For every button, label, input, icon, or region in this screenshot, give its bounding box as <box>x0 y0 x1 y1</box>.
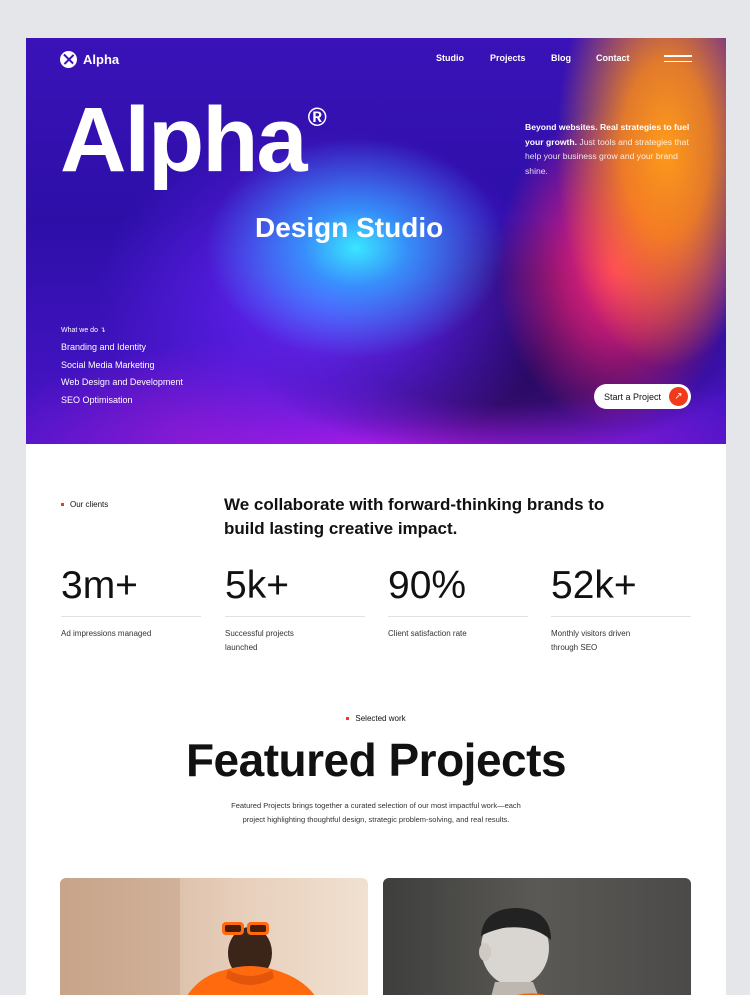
stat-item: 52k+ Monthly visitors driven through SEO <box>551 564 691 654</box>
stat-item: 90% Client satisfaction rate <box>388 564 528 641</box>
project-image-profile-portrait <box>479 908 551 995</box>
featured-description: Featured Projects brings together a cura… <box>231 801 521 824</box>
nav-item-blog[interactable]: Blog <box>551 53 596 63</box>
logo-mark-icon <box>60 50 77 68</box>
nav-item-projects[interactable]: Projects <box>490 53 551 63</box>
arrow-up-right-icon: ↗ <box>669 387 688 406</box>
stat-label: Successful projects launched <box>225 629 294 652</box>
clients-heading: We collaborate with forward-thinking bra… <box>224 495 605 538</box>
section-label-selected-work: Selected work <box>26 714 726 723</box>
stat-value: 52k+ <box>551 564 637 607</box>
services-label: What we do ↴ <box>61 327 106 334</box>
stat-label: Monthly visitors driven through SEO <box>551 629 631 652</box>
stat-item: 3m+ Ad impressions managed <box>61 564 201 641</box>
hero-tagline: Beyond websites. Real strategies to fuel… <box>525 122 690 176</box>
divider <box>61 616 201 617</box>
bullet-icon <box>61 503 64 506</box>
nav-item-contact[interactable]: Contact <box>596 53 646 63</box>
services-list: Branding and Identity Social Media Marke… <box>61 342 183 412</box>
stat-value: 5k+ <box>225 564 289 607</box>
logo[interactable]: Alpha <box>60 50 119 68</box>
divider <box>551 616 691 617</box>
hero-title: Alpha® <box>60 89 327 191</box>
stat-item: 5k+ Successful projects launched <box>225 564 365 654</box>
divider <box>225 616 365 617</box>
stat-label: Ad impressions managed <box>61 629 152 638</box>
cta-label: Start a Project <box>604 391 662 402</box>
featured-title: Featured Projects <box>185 734 567 786</box>
hero-subtitle: Design Studio <box>255 212 444 243</box>
menu-icon[interactable] <box>664 55 692 63</box>
project-card[interactable] <box>60 878 368 995</box>
stat-value: 3m+ <box>61 564 138 607</box>
service-item: Social Media Marketing <box>61 359 155 370</box>
page-frame: Alpha Studio Projects Blog Contact Alpha… <box>26 38 726 995</box>
stat-value: 90% <box>388 564 467 607</box>
section-label-clients: Our clients <box>61 500 108 509</box>
bullet-icon <box>346 717 350 720</box>
stat-label: Client satisfaction rate <box>388 629 467 638</box>
start-project-button[interactable]: Start a Project ↗ <box>594 384 691 409</box>
registered-mark: ® <box>307 102 327 132</box>
nav-item-studio[interactable]: Studio <box>436 53 490 63</box>
service-item: Branding and Identity <box>61 342 147 352</box>
project-image-orange-hoodie <box>60 878 315 995</box>
service-item: SEO Optimisation <box>61 394 133 405</box>
main-nav: Studio Projects Blog Contact <box>436 53 646 63</box>
divider <box>388 616 528 617</box>
project-card[interactable] <box>383 878 691 995</box>
hero-section: Alpha Studio Projects Blog Contact Alpha… <box>26 38 726 444</box>
logo-text: Alpha <box>83 51 120 67</box>
service-item: Web Design and Development <box>61 377 183 387</box>
